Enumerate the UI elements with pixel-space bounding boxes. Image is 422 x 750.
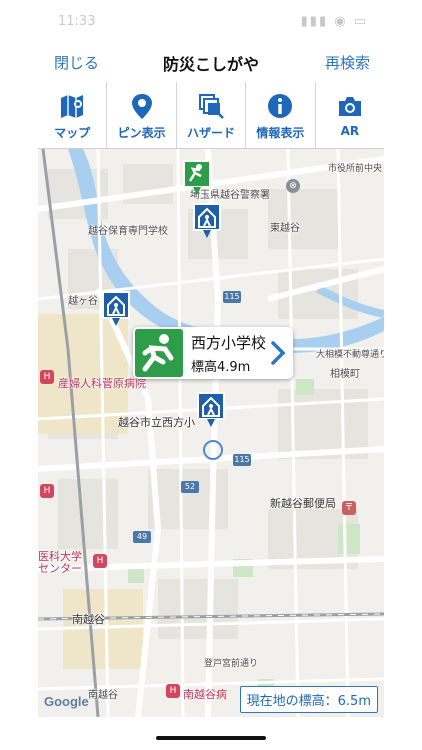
map-label-higashikoshigaya: 東越谷 — [270, 223, 300, 234]
pin-button-label: ピン表示 — [117, 126, 166, 140]
route-49-shield: 49 — [133, 531, 151, 543]
route-115-shield: 115 — [223, 291, 241, 303]
pin-display-button[interactable]: ピン表示 — [107, 82, 177, 148]
callout-elevation: 標高4.9m — [191, 360, 251, 375]
map-label-hospital: 産婦人科菅原病院 — [58, 377, 146, 390]
status-time: 11:33 — [58, 14, 96, 29]
map-label-koshigaya-town: 越ヶ谷 — [68, 296, 98, 307]
shelter-callout[interactable]: 西方小学校 標高4.9m — [133, 327, 293, 379]
app-screen: 11:33 ▮▮▮ ◉ ▭ 閉じる 防災こしがや 再検索 マップ ピン表示 ハザ… — [38, 0, 384, 750]
map-label-school: 越谷市立西方小 — [118, 416, 195, 429]
map-label-post-office: 新越谷郵便局 — [270, 497, 336, 510]
map-label-aiohara: 相模町 — [330, 369, 360, 380]
callout-shelter-name: 西方小学校 — [191, 334, 267, 352]
ar-button[interactable]: AR — [316, 82, 384, 148]
shelter-pin[interactable] — [192, 202, 222, 240]
route-115-shield: 115 — [233, 454, 251, 466]
shelter-pin[interactable] — [101, 290, 131, 328]
map-icon — [61, 95, 84, 118]
post-office-icon: 〒 — [342, 501, 356, 515]
ar-button-label: AR — [340, 124, 360, 138]
map-label-minami-station: 南越谷 — [72, 613, 105, 626]
shelter-pin[interactable] — [196, 391, 226, 429]
map-button[interactable]: マップ — [38, 82, 108, 148]
hospital-icon: H — [40, 370, 54, 384]
google-logo: Google — [44, 694, 89, 709]
map-label-nursery-school: 越谷保育専門学校 — [88, 226, 168, 237]
toolbar: マップ ピン表示 ハザード 情報表示 AR — [38, 82, 384, 149]
nav-bar: 閉じる 防災こしがや 再検索 — [38, 40, 384, 83]
current-elevation-badge: 現在地の標高：6.5m — [239, 686, 378, 713]
info-icon — [268, 94, 293, 118]
status-indicators: ▮▮▮ ◉ ▭ — [300, 14, 368, 29]
map-label-daisen-road: 大相模不動尊通り — [316, 350, 384, 360]
map-label-medical-center: 医科大学 センター — [38, 550, 82, 575]
hazard-icon — [199, 94, 224, 119]
map-label-cityhall-road: 市役所前中央 — [328, 164, 383, 174]
hospital-icon: H — [40, 484, 54, 498]
current-location-marker — [203, 440, 223, 460]
camera-icon — [338, 97, 361, 116]
pin-icon — [131, 94, 152, 119]
chevron-right-icon[interactable] — [269, 339, 287, 367]
map-view[interactable]: 埼玉県越谷警察署 市役所前中央 越谷保育専門学校 東越谷 越ヶ谷 大相模不動尊通… — [38, 149, 384, 717]
home-bar — [38, 717, 384, 750]
research-button[interactable]: 再検索 — [325, 52, 370, 73]
info-button-label: 情報表示 — [256, 126, 305, 140]
police-icon: ⊗ — [286, 179, 300, 193]
route-52-shield: 52 — [181, 481, 199, 493]
map-label-tobe-road: 登戸宮前通り — [204, 659, 259, 669]
hazard-button-label: ハザード — [187, 126, 236, 140]
emergency-exit-icon — [135, 329, 183, 377]
hazard-button[interactable]: ハザード — [177, 82, 247, 148]
map-button-label: マップ — [54, 126, 91, 140]
evacuation-site-pin[interactable] — [182, 159, 212, 197]
home-indicator[interactable] — [156, 736, 266, 740]
map-label-minami-koshigaya: 南越谷 — [88, 690, 118, 701]
map-label-minami-hospital: 南越谷病 — [183, 688, 227, 701]
hospital-icon: H — [166, 684, 180, 698]
hospital-icon: H — [93, 554, 107, 568]
info-display-button[interactable]: 情報表示 — [246, 82, 316, 148]
status-bar: 11:33 ▮▮▮ ◉ ▭ — [38, 0, 384, 40]
